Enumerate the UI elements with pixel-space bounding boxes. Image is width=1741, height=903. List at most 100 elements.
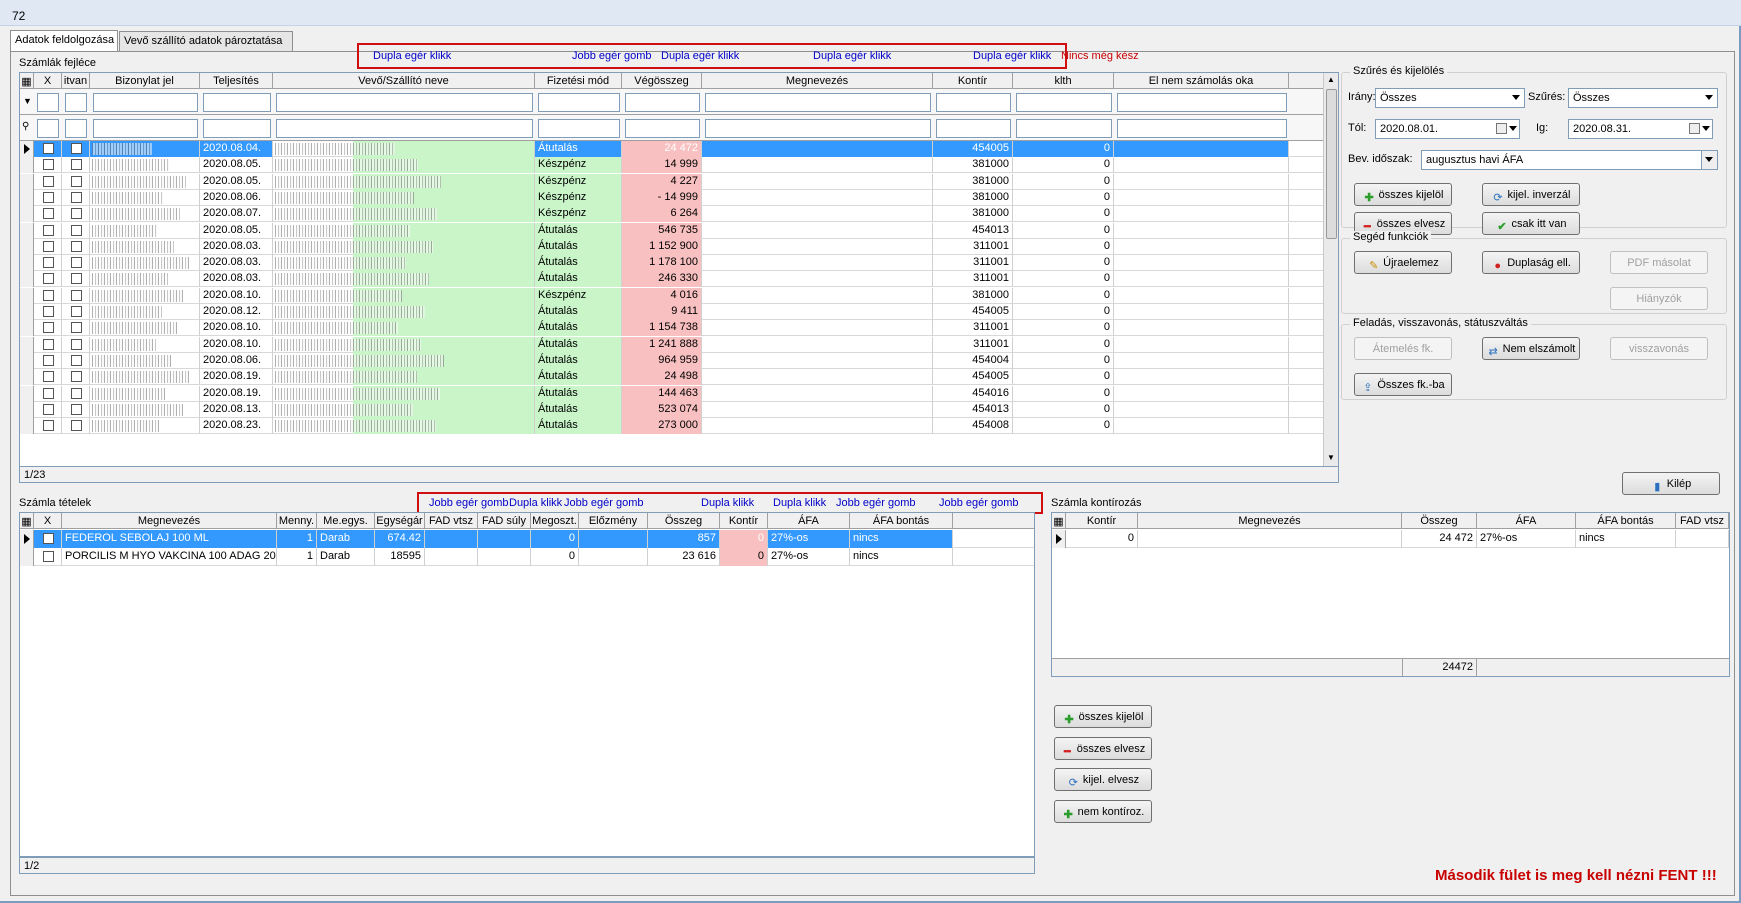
checkbox[interactable] — [71, 159, 82, 171]
kontir-cell[interactable]: 381000 — [933, 287, 1013, 304]
tol-date[interactable]: 2020.08.01. — [1375, 119, 1520, 139]
col-header[interactable]: Összeg — [648, 513, 720, 529]
checkbox[interactable] — [43, 208, 54, 220]
date-cell[interactable]: 2020.08.10. — [200, 336, 273, 353]
mode-cell[interactable]: Átutalás — [535, 369, 622, 386]
checkbox[interactable] — [71, 338, 82, 350]
empty-cell[interactable] — [702, 238, 933, 255]
kontir-cell[interactable]: 454004 — [933, 352, 1013, 369]
kontir-cell[interactable]: 381000 — [933, 206, 1013, 223]
checkbox[interactable] — [43, 338, 54, 350]
afa-cell[interactable]: 27%-os — [768, 530, 850, 548]
empty-cell[interactable] — [478, 548, 531, 566]
vendor-cell[interactable] — [273, 320, 535, 337]
kontir-cell[interactable]: 454013 — [933, 401, 1013, 418]
document-id-cell[interactable] — [90, 385, 200, 402]
bontas-cell[interactable]: nincs — [850, 548, 953, 566]
empty-cell[interactable] — [1114, 352, 1289, 369]
price-cell[interactable]: 18595 — [375, 548, 425, 566]
date-cell[interactable]: 2020.08.05. — [200, 222, 273, 239]
table-row[interactable]: 2020.08.05. Átutalás 546 735 454013 0 — [20, 222, 1323, 239]
checkbox[interactable] — [43, 403, 54, 415]
checkbox[interactable] — [43, 371, 54, 383]
document-id-cell[interactable] — [90, 271, 200, 288]
empty-cell[interactable] — [1114, 336, 1289, 353]
kontir-cell[interactable]: 0 — [720, 530, 768, 548]
col-header[interactable]: FAD vtsz — [425, 513, 478, 529]
date-cell[interactable]: 2020.08.07. — [200, 206, 273, 223]
row-checkbox[interactable] — [62, 157, 90, 174]
row-checkbox[interactable] — [34, 206, 62, 223]
mode-cell[interactable]: Átutalás — [535, 304, 622, 320]
checkbox[interactable] — [43, 420, 54, 432]
table-row[interactable]: 2020.08.07. Készpénz 6 264 381000 0 — [20, 206, 1323, 223]
checkbox[interactable] — [43, 273, 54, 285]
unit-cell[interactable]: Darab — [317, 530, 375, 548]
amount-cell[interactable]: 24 472 — [1402, 530, 1477, 548]
mode-cell[interactable]: Készpénz — [535, 206, 622, 223]
col-header[interactable]: Megnevezés — [62, 513, 277, 529]
col-header[interactable]: Menny. — [277, 513, 317, 529]
col-header[interactable]: itvan — [62, 73, 90, 89]
afa-cell[interactable]: 27%-os — [768, 548, 850, 566]
not-settled-button[interactable]: ⇄ Nem elszámolt — [1482, 337, 1580, 360]
kontir-cell[interactable]: 454008 — [933, 418, 1013, 435]
total-cell[interactable]: 14 999 — [622, 157, 702, 174]
col-header[interactable]: Kontír — [720, 513, 768, 529]
mode-cell[interactable]: Készpénz — [535, 287, 622, 304]
klth-cell[interactable]: 0 — [1013, 352, 1114, 369]
row-checkbox[interactable] — [62, 418, 90, 435]
table-row[interactable]: 2020.08.03. Átutalás 246 330 311001 0 — [20, 271, 1323, 288]
total-cell[interactable]: - 14 999 — [622, 189, 702, 206]
table-row[interactable]: 2020.08.05. Készpénz 4 227 381000 0 — [20, 173, 1323, 190]
row-checkbox[interactable] — [34, 401, 62, 418]
unit-cell[interactable]: Darab — [317, 548, 375, 566]
name-cell[interactable] — [1138, 530, 1402, 548]
filter-input[interactable] — [538, 93, 620, 112]
vendor-cell[interactable] — [273, 418, 535, 435]
mode-cell[interactable]: Átutalás — [535, 255, 622, 272]
empty-cell[interactable] — [702, 157, 933, 174]
empty-cell[interactable] — [1114, 238, 1289, 255]
checkbox[interactable] — [43, 551, 54, 562]
checkbox[interactable] — [43, 224, 54, 236]
filter-input[interactable] — [65, 93, 87, 112]
row-checkbox[interactable] — [34, 255, 62, 272]
empty-cell[interactable] — [1114, 173, 1289, 190]
total-cell[interactable]: 6 264 — [622, 206, 702, 223]
kontir-cell[interactable]: 311001 — [933, 320, 1013, 337]
mode-cell[interactable]: Átutalás — [535, 141, 622, 157]
filter-input[interactable] — [93, 93, 198, 112]
document-id-cell[interactable] — [90, 173, 200, 190]
col-header[interactable]: ÁFA bontás — [1576, 513, 1676, 529]
irany-select[interactable]: Összes — [1375, 88, 1525, 108]
row-checkbox[interactable] — [34, 352, 62, 369]
col-header[interactable]: Előzmény — [579, 513, 648, 529]
checkbox[interactable] — [71, 289, 82, 301]
table-row[interactable]: 2020.08.10. Készpénz 4 016 381000 0 — [20, 287, 1323, 304]
checkbox[interactable] — [43, 289, 54, 301]
empty-cell[interactable] — [702, 369, 933, 386]
table-row[interactable]: 2020.08.13. Átutalás 523 074 454013 0 — [20, 401, 1323, 418]
empty-cell[interactable] — [425, 548, 478, 566]
date-cell[interactable]: 2020.08.05. — [200, 173, 273, 190]
reparse-button[interactable]: ✎ Újraelemez — [1354, 251, 1452, 274]
empty-cell[interactable] — [702, 418, 933, 435]
total-cell[interactable]: 546 735 — [622, 222, 702, 239]
checkbox[interactable] — [71, 306, 82, 317]
row-checkbox[interactable] — [34, 385, 62, 402]
filter-input[interactable] — [705, 93, 931, 112]
amount-cell[interactable]: 23 616 — [648, 548, 720, 566]
empty-cell[interactable] — [1114, 320, 1289, 337]
row-checkbox[interactable] — [62, 238, 90, 255]
document-id-cell[interactable] — [90, 320, 200, 337]
date-cell[interactable]: 2020.08.23. — [200, 418, 273, 435]
row-checkbox[interactable] — [34, 418, 62, 435]
total-cell[interactable]: 1 154 738 — [622, 320, 702, 337]
empty-cell[interactable] — [702, 287, 933, 304]
bontas-cell[interactable]: nincs — [1576, 530, 1676, 548]
document-id-cell[interactable] — [90, 222, 200, 239]
table-row[interactable]: 2020.08.19. Átutalás 144 463 454016 0 — [20, 385, 1323, 402]
total-cell[interactable]: 4 227 — [622, 173, 702, 190]
no-kontir-button[interactable]: ✚ nem kontíroz. — [1054, 800, 1152, 823]
